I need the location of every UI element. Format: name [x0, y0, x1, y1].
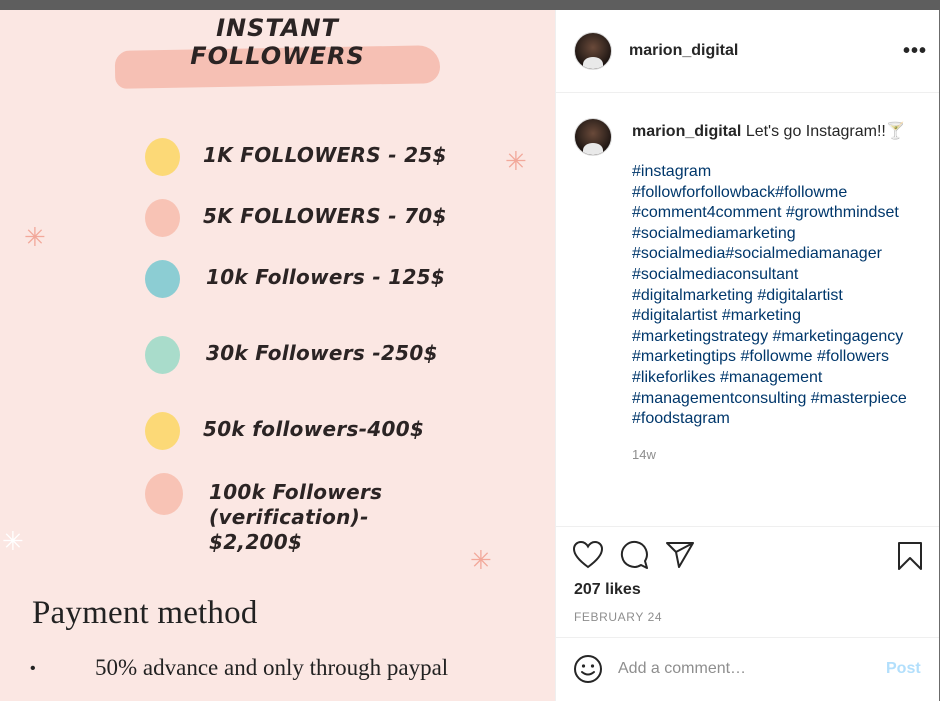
sparkle-decoration: ✳ [505, 146, 527, 176]
hashtag-line[interactable]: #digitalmarketing #digitalartist [632, 286, 907, 307]
actions-divider [556, 526, 939, 527]
sparkle-decoration: ✳ [24, 222, 46, 252]
tier-5k: 5K FOLLOWERS - 70$ [203, 204, 447, 228]
heart-icon[interactable] [573, 541, 603, 569]
hashtag-line[interactable]: #marketingstrategy #marketingagency [632, 327, 907, 348]
post-date: FEBRUARY 24 [574, 610, 663, 624]
comment-input[interactable] [618, 658, 868, 680]
tier-dot [145, 336, 180, 374]
sparkle-decoration: ✳ [470, 545, 492, 575]
post-image[interactable]: INSTANT FOLLOWERS 1K FOLLOWERS - 25$ 5K … [0, 10, 555, 701]
hashtag-line[interactable]: #foodstagram [632, 409, 907, 430]
tier-dot [145, 473, 183, 515]
avatar[interactable] [574, 32, 612, 70]
image-title-line2: FOLLOWERS [190, 42, 365, 70]
post-comment-button[interactable]: Post [886, 660, 921, 678]
tier-50k: 50k followers-400$ [203, 417, 425, 441]
hashtag-line[interactable]: #comment4comment #growthmindset [632, 203, 907, 224]
share-icon[interactable] [665, 541, 695, 569]
tier-100k-line1: 100k Followers [209, 480, 383, 504]
hashtag-line[interactable]: #instagram [632, 162, 907, 183]
hashtag-line[interactable]: #digitalartist #marketing [632, 306, 907, 327]
emoji-icon[interactable] [573, 654, 603, 684]
caption: marion_digital Let's go Instagram!!🍸 [632, 121, 906, 141]
tier-30k: 30k Followers -250$ [206, 341, 438, 365]
more-horizontal-icon[interactable]: ••• [903, 40, 927, 63]
hashtag-line[interactable]: #marketingtips #followme #followers [632, 347, 907, 368]
tier-dot [145, 138, 180, 176]
header-divider [556, 92, 939, 93]
tier-100k-line2: (verification)- [209, 505, 369, 529]
payment-method-text: 50% advance and only through paypal [95, 655, 449, 680]
tier-dot [145, 199, 180, 237]
tier-10k: 10k Followers - 125$ [206, 265, 446, 289]
comment-divider [556, 637, 939, 638]
hashtag-line[interactable]: #likeforlikes #management [632, 368, 907, 389]
hashtag-line[interactable]: #socialmediamarketing [632, 224, 907, 245]
hashtag-line[interactable]: #followforfollowback#followme [632, 183, 907, 204]
sparkle-decoration: ✳ [2, 526, 24, 556]
hashtag-line[interactable]: #socialmedia#socialmediamanager [632, 244, 907, 265]
image-title-line1: INSTANT [216, 14, 339, 42]
payment-bullet: • [30, 660, 36, 677]
caption-avatar[interactable] [574, 118, 612, 156]
bookmark-icon[interactable] [897, 541, 923, 571]
hashtag-line[interactable]: #socialmediaconsultant [632, 265, 907, 286]
window-top-bar [0, 0, 940, 10]
post-side-panel: marion_digital ••• marion_digital Let's … [555, 10, 939, 701]
tier-dot [145, 412, 180, 450]
like-count[interactable]: 207 likes [574, 581, 641, 599]
payment-method-title: Payment method [32, 595, 258, 631]
tier-100k: 100k Followers (verification)- $2,200$ [209, 480, 382, 555]
header-username[interactable]: marion_digital [629, 42, 738, 60]
time-ago[interactable]: 14w [632, 447, 656, 462]
caption-username[interactable]: marion_digital [632, 123, 741, 140]
caption-text: Let's go Instagram!!🍸 [745, 123, 906, 140]
tier-dot [145, 260, 180, 298]
comment-icon[interactable] [619, 540, 649, 570]
hashtag-line[interactable]: #managementconsulting #masterpiece [632, 389, 907, 410]
tier-100k-line3: $2,200$ [209, 530, 303, 554]
tier-1k: 1K FOLLOWERS - 25$ [203, 143, 447, 167]
hashtag-list: #instagram #followforfollowback#followme… [632, 162, 907, 430]
